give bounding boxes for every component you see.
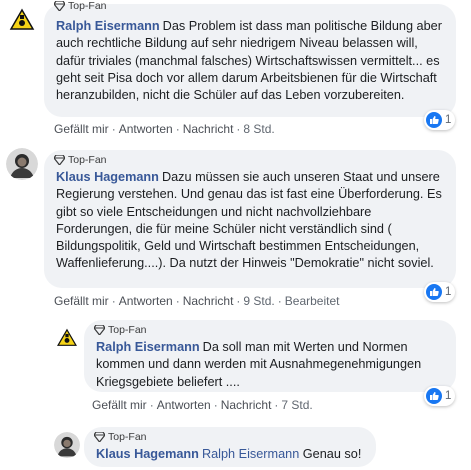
- mention-link[interactable]: Ralph Eisermann: [202, 447, 299, 461]
- warning-sign-avatar-icon: [6, 4, 38, 36]
- message-link[interactable]: Nachricht: [183, 122, 234, 136]
- badge-label: Top-Fan: [68, 154, 107, 166]
- reply-bubble: Top-Fan Ralph Eisermann Da soll man mit W…: [84, 320, 456, 392]
- reply-body: Genau so!: [302, 447, 362, 461]
- reply-bubble: Top-Fan Klaus Hagemann Ralph Eisermann Ge…: [84, 427, 376, 467]
- comment-text-block: Klaus Hagemann Dazu müssen sie auch unser…: [56, 169, 444, 273]
- reply-text-block: Ralph Eisermann Da soll man mit Werten un…: [96, 339, 444, 391]
- user-photo-icon: [6, 148, 38, 180]
- timestamp[interactable]: 9 Std.: [243, 294, 274, 308]
- like-link[interactable]: Gefällt mir: [92, 398, 147, 412]
- diamond-icon: [54, 155, 65, 165]
- reaction-number: 1: [445, 390, 452, 402]
- reaction-number: 1: [445, 114, 452, 126]
- thumbs-up-icon: [430, 392, 439, 400]
- avatar[interactable]: [6, 148, 38, 180]
- diamond-icon: [94, 325, 105, 335]
- badge-label: Top-Fan: [108, 431, 147, 443]
- comment-author[interactable]: Ralph Eisermann: [56, 19, 160, 33]
- user-photo-icon: [54, 432, 80, 458]
- reply-author[interactable]: Klaus Hagemann: [96, 447, 199, 461]
- like-link[interactable]: Gefällt mir: [54, 122, 109, 136]
- reply-link[interactable]: Antworten: [119, 122, 173, 136]
- diamond-icon: [54, 1, 65, 11]
- thumbs-up-icon: [430, 116, 439, 124]
- avatar[interactable]: [6, 4, 38, 36]
- comment-actions: Gefällt mir · Antworten · Nachricht · 8 Std.: [54, 122, 275, 136]
- reply-author[interactable]: Ralph Eisermann: [96, 340, 200, 354]
- comment-author[interactable]: Klaus Hagemann: [56, 170, 159, 184]
- reaction-count[interactable]: 1: [424, 386, 456, 406]
- thumbs-up-icon: [430, 288, 439, 296]
- diamond-icon: [94, 432, 105, 442]
- top-fan-badge: Top-Fan: [94, 431, 147, 443]
- top-fan-badge: Top-Fan: [54, 154, 107, 166]
- like-link[interactable]: Gefällt mir: [54, 294, 109, 308]
- edited-label[interactable]: Bearbeitet: [285, 294, 340, 308]
- warning-sign-avatar-icon: [54, 325, 80, 351]
- comment-bubble: Top-Fan Klaus Hagemann Dazu müssen sie au…: [44, 150, 456, 288]
- avatar[interactable]: [54, 325, 80, 351]
- reply-link[interactable]: Antworten: [157, 398, 211, 412]
- comment-body: Dazu müssen sie auch unseren Staat und u…: [56, 170, 442, 271]
- badge-label: Top-Fan: [108, 324, 147, 336]
- comment-actions: Gefällt mir · Antworten · Nachricht · 9 Std. · B…: [54, 294, 340, 308]
- comment-bubble: Top-Fan Ralph Eisermann Das Problem ist d…: [44, 0, 456, 117]
- reaction-number: 1: [445, 286, 452, 298]
- top-fan-badge: Top-Fan: [54, 0, 107, 12]
- avatar[interactable]: [54, 432, 80, 458]
- message-link[interactable]: Nachricht: [183, 294, 234, 308]
- timestamp[interactable]: 8 Std.: [243, 122, 274, 136]
- reply-text-block: Klaus Hagemann Ralph Eisermann Genau so!: [96, 446, 364, 463]
- reply-link[interactable]: Antworten: [119, 294, 173, 308]
- message-link[interactable]: Nachricht: [221, 398, 272, 412]
- badge-label: Top-Fan: [68, 0, 107, 12]
- reply-actions: Gefällt mir · Antworten · Nachricht · 7 Std.: [92, 398, 313, 412]
- comment-text-block: Ralph Eisermann Das Problem ist dass man …: [56, 18, 444, 104]
- top-fan-badge: Top-Fan: [94, 324, 147, 336]
- reaction-count[interactable]: 1: [424, 110, 456, 130]
- reaction-count[interactable]: 1: [424, 282, 456, 302]
- timestamp[interactable]: 7 Std.: [281, 398, 312, 412]
